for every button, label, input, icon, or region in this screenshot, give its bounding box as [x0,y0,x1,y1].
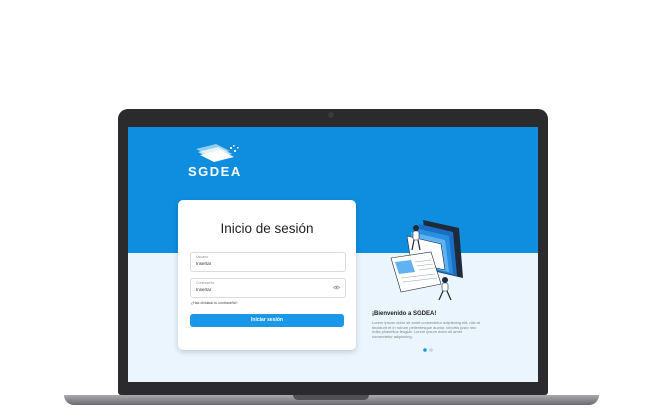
username-field[interactable]: Usuario Insertar [190,252,346,272]
login-button[interactable]: Iniciar sesión [190,314,344,327]
carousel-dot-2 [429,348,433,352]
eye-icon[interactable] [333,285,340,290]
username-input[interactable]: Insertar [196,261,211,266]
forgot-password-link[interactable]: ¿Has olvidado tu contraseña? [191,301,238,305]
password-field[interactable]: Contraseña Insertar [190,278,346,298]
username-label: Usuario [196,255,209,259]
document-folder-illustration [390,220,463,301]
login-title: Inicio de sesión [220,221,314,236]
welcome-text: Lorem ipsum dolor sit amet consectetur a… [372,320,480,339]
password-label: Contraseña [196,281,215,285]
carousel-dots[interactable] [421,347,435,353]
laptop-notch [293,395,369,400]
welcome-title: ¡Bienvenido a SGDEA! [372,311,437,317]
carousel-dot-1 [423,348,427,352]
password-input[interactable]: Insertar [196,287,211,292]
app-logo-text: SGDEA [188,164,242,179]
login-card: Inicio de sesión Usuario Insertar Contra… [178,200,356,350]
